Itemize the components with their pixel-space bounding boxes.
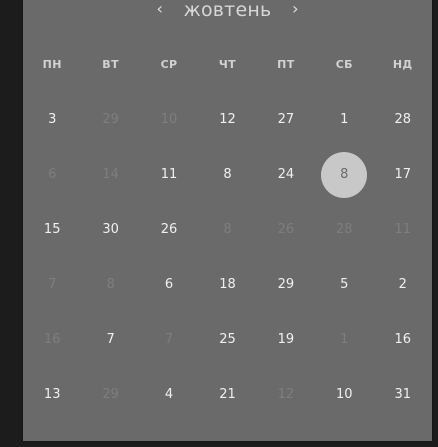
- day-button[interactable]: 18: [198, 257, 256, 312]
- weekday-fri: ПТ: [277, 58, 295, 71]
- day-button[interactable]: 10: [315, 367, 373, 422]
- day-number: 8: [223, 222, 232, 237]
- day-number: 12: [277, 387, 295, 402]
- day-button[interactable]: 5: [315, 257, 373, 312]
- day-button[interactable]: 16: [374, 312, 432, 367]
- day-button[interactable]: 25: [198, 312, 256, 367]
- weekday-mon: ПН: [42, 58, 62, 71]
- day-button[interactable]: 17: [374, 147, 432, 202]
- day-number: 14: [102, 167, 119, 182]
- day-button[interactable]: 14: [81, 147, 139, 202]
- weekday-wed: СР: [160, 58, 178, 71]
- day-number: 8: [106, 277, 115, 292]
- day-number: 30: [102, 222, 119, 237]
- day-button[interactable]: 2: [374, 257, 432, 312]
- day-button[interactable]: 1: [315, 312, 373, 367]
- day-number: 6: [164, 277, 174, 292]
- previous-month-button[interactable]: ‹: [150, 0, 170, 19]
- day-number: 21: [219, 387, 236, 402]
- calendar-header: ‹ жовтень ›: [23, 0, 432, 24]
- day-number: 13: [43, 387, 61, 402]
- weekday-thu: ЧТ: [218, 58, 237, 71]
- day-number: 10: [160, 112, 178, 127]
- day-number: 11: [394, 222, 411, 237]
- day-button[interactable]: 6: [140, 257, 198, 312]
- weekday-header-row: ПН ВТ СР ЧТ ПТ СБ НД: [23, 58, 432, 76]
- day-number: 28: [336, 222, 353, 237]
- day-number: 18: [219, 277, 236, 292]
- day-number: 7: [48, 277, 57, 292]
- day-number: 7: [106, 332, 115, 347]
- day-button[interactable]: 24: [257, 147, 315, 202]
- day-button[interactable]: 28: [374, 92, 432, 147]
- day-button[interactable]: 30: [81, 202, 139, 257]
- day-number: 19: [277, 332, 295, 347]
- calendar-days-grid: 3 29 10 12 27 1 28 6 14 11 8 24 8 17 15 30 26 8 26 28 11 7 8 6 1…: [23, 92, 432, 422]
- day-number: 28: [394, 112, 411, 127]
- weekday-tue: ВТ: [102, 58, 119, 71]
- day-number: 8: [321, 151, 368, 198]
- day-number: 4: [164, 387, 174, 402]
- day-button[interactable]: 11: [374, 202, 432, 257]
- day-number: 12: [219, 112, 236, 127]
- calendar-screen: ‹ жовтень › ПН ВТ СР ЧТ ПТ СБ НД 3 29 10 12…: [0, 0, 438, 447]
- day-button[interactable]: 26: [140, 202, 198, 257]
- selected-day-button[interactable]: 8: [315, 147, 373, 202]
- next-month-button[interactable]: ›: [285, 0, 305, 19]
- weekday-sat: СБ: [335, 58, 353, 71]
- day-button[interactable]: 26: [257, 202, 315, 257]
- day-number: 15: [43, 222, 61, 237]
- day-number: 29: [277, 277, 295, 292]
- day-number: 16: [394, 332, 411, 347]
- weekday-sun: НД: [392, 58, 413, 71]
- day-button[interactable]: 15: [23, 202, 81, 257]
- day-number: 27: [277, 112, 295, 127]
- day-button[interactable]: 12: [257, 367, 315, 422]
- day-number: 24: [277, 167, 295, 182]
- day-button[interactable]: 8: [81, 257, 139, 312]
- day-button[interactable]: 12: [198, 92, 256, 147]
- day-button[interactable]: 31: [374, 367, 432, 422]
- day-button[interactable]: 21: [198, 367, 256, 422]
- day-button[interactable]: 28: [315, 202, 373, 257]
- day-number: 11: [160, 167, 178, 182]
- day-button[interactable]: 29: [81, 367, 139, 422]
- day-number: 8: [223, 167, 232, 182]
- day-number: 6: [48, 167, 57, 182]
- day-button[interactable]: 8: [198, 147, 256, 202]
- day-button[interactable]: 1: [315, 92, 373, 147]
- day-number: 16: [43, 332, 61, 347]
- day-number: 26: [160, 222, 178, 237]
- day-button[interactable]: 29: [81, 92, 139, 147]
- day-number: 3: [48, 112, 57, 127]
- day-button[interactable]: 3: [23, 92, 81, 147]
- day-number: 26: [277, 222, 295, 237]
- day-button[interactable]: 4: [140, 367, 198, 422]
- day-button[interactable]: 10: [140, 92, 198, 147]
- calendar-panel: ‹ жовтень › ПН ВТ СР ЧТ ПТ СБ НД 3 29 10 12…: [23, 0, 432, 441]
- day-number: 31: [394, 387, 411, 402]
- day-number: 17: [394, 167, 411, 182]
- day-button[interactable]: 29: [257, 257, 315, 312]
- day-button[interactable]: 13: [23, 367, 81, 422]
- day-number: 25: [219, 332, 236, 347]
- day-button[interactable]: 7: [81, 312, 139, 367]
- day-button[interactable]: 27: [257, 92, 315, 147]
- day-button[interactable]: 8: [198, 202, 256, 257]
- day-button[interactable]: 11: [140, 147, 198, 202]
- day-number: 7: [164, 332, 174, 347]
- month-title: жовтень: [183, 0, 272, 21]
- day-number: 10: [336, 387, 353, 402]
- day-button[interactable]: 16: [23, 312, 81, 367]
- day-number: 5: [340, 277, 349, 292]
- day-number: 1: [340, 112, 349, 127]
- day-number: 29: [102, 387, 119, 402]
- day-number: 2: [398, 277, 407, 292]
- day-button[interactable]: 19: [257, 312, 315, 367]
- day-button[interactable]: 7: [23, 257, 81, 312]
- day-button[interactable]: 7: [140, 312, 198, 367]
- day-number: 1: [340, 332, 349, 347]
- day-button[interactable]: 6: [23, 147, 81, 202]
- day-number: 29: [102, 112, 119, 127]
